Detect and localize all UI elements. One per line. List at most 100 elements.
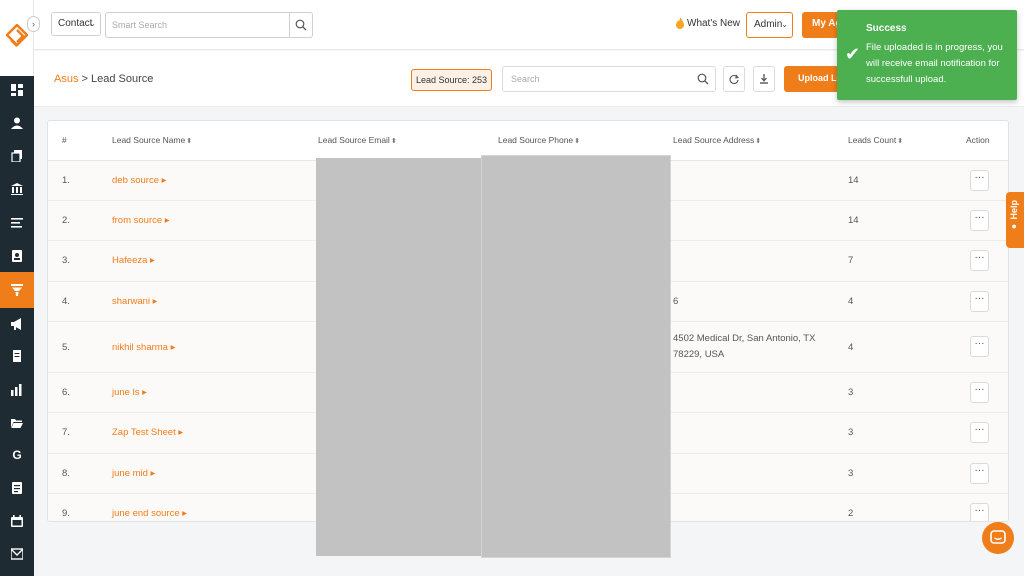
sort-icon[interactable]: ⬍	[897, 138, 903, 145]
sidebar-item-google[interactable]: G	[0, 437, 34, 473]
toast-message: File uploaded is in progress, you will r…	[866, 42, 1003, 85]
bar-chart-icon	[11, 384, 22, 396]
lead-source-name-link[interactable]: deb source ▸	[112, 175, 166, 186]
sidebar-toggle-button[interactable]: ›	[27, 16, 40, 32]
row-index: 8.	[62, 468, 70, 479]
lead-source-name-link[interactable]: sharwani ▸	[112, 296, 157, 307]
sidebar-item-bank[interactable]	[0, 171, 34, 207]
app-logo[interactable]	[0, 0, 34, 76]
row-leads-count: 7	[848, 255, 854, 266]
column-header-count[interactable]: Leads Count⬍	[848, 135, 903, 145]
sidebar-item-contact-book[interactable]	[0, 238, 34, 274]
row-address: 4502 Medical Dr, San Antonio, TX 78229, …	[673, 333, 816, 360]
module-select[interactable]: Contact ⌄	[51, 12, 101, 36]
redacted-phone-column	[481, 155, 671, 558]
sort-icon[interactable]: ⬍	[186, 138, 192, 145]
column-header-address[interactable]: Lead Source Address⬍	[673, 135, 761, 145]
row-leads-count: 3	[848, 387, 854, 398]
row-index: 1.	[62, 175, 70, 186]
row-leads-count: 2	[848, 508, 854, 519]
checkmark-icon: ✔	[845, 44, 861, 64]
row-action-button[interactable]: ···	[970, 210, 989, 231]
row-action-button[interactable]: ···	[970, 503, 989, 521]
sidebar-item-contacts[interactable]	[0, 105, 34, 141]
document-icon	[13, 350, 21, 362]
breadcrumb-current: Lead Source	[91, 73, 154, 85]
sidebar-item-reports[interactable]	[0, 372, 34, 408]
whats-new-label: What's New	[687, 17, 741, 29]
chat-launcher-button[interactable]	[982, 522, 1014, 554]
dashboard-icon	[11, 84, 23, 96]
breadcrumb-root[interactable]: Asus	[54, 73, 78, 85]
sidebar-item-notes[interactable]	[0, 338, 34, 374]
lead-source-name-link[interactable]: june ls ▸	[112, 387, 147, 398]
download-button[interactable]	[753, 66, 775, 92]
sort-icon[interactable]: ⬍	[574, 138, 580, 145]
row-leads-count: 4	[848, 296, 854, 307]
funnel-icon	[11, 284, 23, 296]
help-tab[interactable]: ● Help	[1006, 192, 1024, 248]
row-leads-count: 3	[848, 427, 854, 438]
sort-icon[interactable]: ⬍	[391, 138, 397, 145]
column-header-phone[interactable]: Lead Source Phone⬍	[498, 135, 580, 145]
breadcrumb: Asus > Lead Source	[54, 73, 153, 85]
whats-new-link[interactable]: What's New	[675, 17, 740, 29]
sidebar-item-folders[interactable]	[0, 405, 34, 441]
admin-select[interactable]: Admin ⌄	[746, 12, 793, 38]
sidebar-item-documents[interactable]	[0, 138, 34, 174]
search-placeholder: Search	[511, 74, 540, 84]
row-index: 3.	[62, 255, 70, 266]
search-icon	[295, 19, 307, 31]
row-action-button[interactable]: ···	[970, 250, 989, 271]
sidebar-item-lead-source[interactable]	[0, 272, 34, 308]
lead-source-name-link[interactable]: Zap Test Sheet ▸	[112, 427, 183, 438]
sidebar-item-calendar[interactable]	[0, 503, 34, 539]
column-header-index: #	[62, 135, 67, 145]
row-action-button[interactable]: ···	[970, 336, 989, 357]
sidebar-item-campaigns[interactable]	[0, 306, 34, 342]
column-header-email[interactable]: Lead Source Email⬍	[318, 135, 397, 145]
row-index: 6.	[62, 387, 70, 398]
mail-icon	[11, 548, 23, 560]
form-icon	[12, 482, 22, 494]
admin-select-value: Admin	[754, 19, 783, 30]
row-action-button[interactable]: ···	[970, 170, 989, 191]
column-header-name[interactable]: Lead Source Name⬍	[112, 135, 192, 145]
help-label: ● Help	[1009, 200, 1019, 233]
refresh-icon	[729, 74, 739, 84]
lead-source-search-input[interactable]: Search	[502, 66, 716, 92]
sidebar-item-forms[interactable]	[0, 470, 34, 506]
smart-search-placeholder: Smart Search	[112, 20, 168, 30]
lead-source-name-link[interactable]: Hafeeza ▸	[112, 255, 155, 266]
row-index: 9.	[62, 508, 70, 519]
row-action-button[interactable]: ···	[970, 291, 989, 312]
column-header-action: Action	[966, 135, 990, 145]
sort-icon[interactable]: ⬍	[755, 138, 761, 145]
lead-source-name-link[interactable]: june end source ▸	[112, 508, 187, 519]
sidebar-item-email[interactable]	[0, 536, 34, 572]
chevron-down-icon: ⌄	[781, 20, 788, 29]
lead-source-name-link[interactable]: june mid ▸	[112, 468, 155, 479]
row-action-button[interactable]: ···	[970, 382, 989, 403]
row-leads-count: 4	[848, 342, 854, 353]
row-leads-count: 14	[848, 215, 859, 226]
refresh-button[interactable]	[723, 66, 745, 92]
module-select-value: Contact	[58, 18, 93, 29]
success-toast[interactable]: ✔ Success File uploaded is in progress, …	[837, 10, 1017, 100]
row-index: 7.	[62, 427, 70, 438]
row-action-button[interactable]: ···	[970, 463, 989, 484]
smart-search-button[interactable]	[290, 12, 313, 38]
copy-icon	[11, 150, 22, 162]
sidebar-item-list[interactable]	[0, 205, 34, 241]
logo-icon	[6, 24, 28, 47]
smart-search-input[interactable]: Smart Search	[105, 12, 290, 38]
address-book-icon	[12, 250, 22, 262]
sidebar-item-dashboard[interactable]	[0, 72, 34, 108]
row-leads-count: 3	[848, 468, 854, 479]
flame-icon	[676, 17, 684, 29]
chat-icon	[990, 530, 1006, 544]
row-action-button[interactable]: ···	[970, 422, 989, 443]
row-leads-count: 14	[848, 175, 859, 186]
lead-source-name-link[interactable]: from source ▸	[112, 215, 170, 226]
lead-source-name-link[interactable]: nikhil sharma ▸	[112, 342, 175, 353]
